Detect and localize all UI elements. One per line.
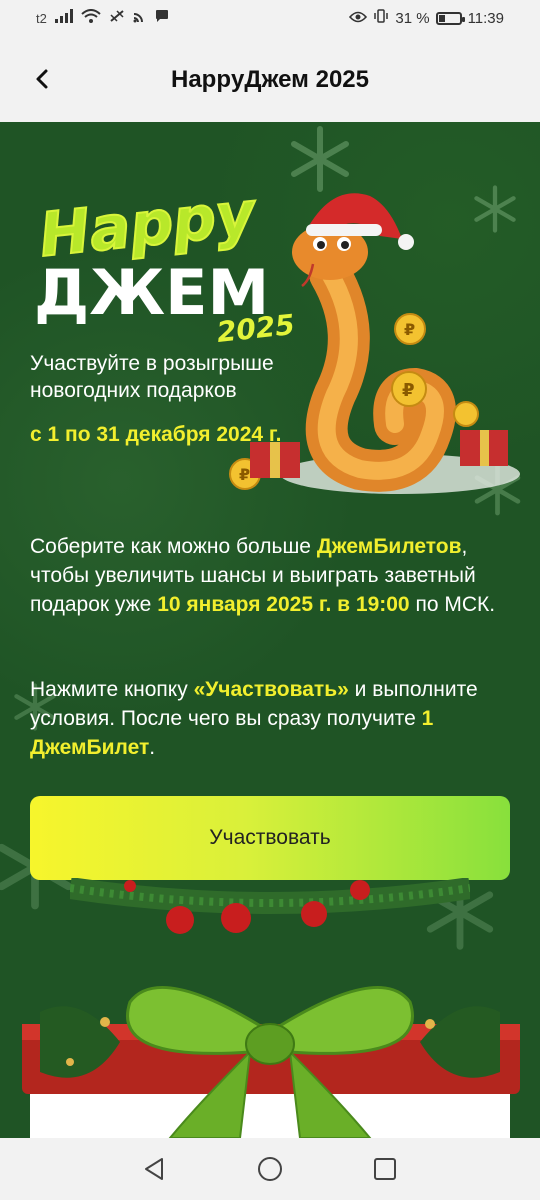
status-bar: t2 31 % 11:39 [0,0,540,36]
text-segment: Соберите как можно больше [30,535,317,558]
wifi-icon [81,9,101,27]
button-name-highlight: «Участвовать» [193,678,349,701]
tickets-highlight: ДжемБилетов [316,535,462,558]
campaign-dates: с 1 по 31 декабря 2024 г. [30,423,282,446]
triangle-back-icon [145,1158,163,1180]
battery-icon [435,11,465,25]
status-left: t2 [36,9,169,27]
nav-back-button[interactable] [140,1154,170,1184]
text-segment: по МСК. [409,593,496,616]
cast-icon [133,9,147,27]
carrier-label: t2 [36,10,47,26]
snake-illustration: ₽ ₽ ₽ [229,193,520,494]
participate-instructions-text: Нажмите кнопку «Участвовать» и выполните… [30,675,515,762]
svg-text:₽: ₽ [404,320,415,339]
signal-icon [54,9,73,27]
text-segment: Нажмите кнопку [30,678,194,701]
status-right: 31 % 11:39 [349,9,504,27]
garland-decoration [70,878,470,934]
battery-level [438,14,445,22]
intro-text: Участвуйте в розыгрыше новогодних подарк… [30,352,274,402]
page-title: HappyДжем 2025 [171,66,369,93]
data-off-icon [109,9,125,27]
app-bar: HappyДжем 2025 [0,36,540,122]
square-recents-icon [374,1158,396,1180]
nav-recents-button[interactable] [370,1154,400,1184]
system-nav-bar [0,1138,540,1200]
participate-button[interactable]: Участвовать [30,796,510,880]
circle-home-icon [258,1157,282,1181]
promo-content[interactable]: Happy ДЖЕМ 2025 ₽ ₽ ₽ Участвуйте в розыг… [0,122,540,1138]
svg-text:₽: ₽ [239,465,250,484]
vibrate-icon [373,9,389,27]
nav-home-button[interactable] [255,1154,285,1184]
svg-text:₽: ₽ [402,380,415,401]
message-icon [155,9,169,27]
collect-tickets-text: Соберите как можно больше ДжемБилетов, ч… [30,532,515,619]
text-segment: . [149,736,156,759]
draw-date-highlight: 10 января 2025 г. в 19:00 [157,593,410,616]
gift-bow-illustration [22,986,520,1138]
eye-icon [349,10,368,27]
battery-percent: 31 % [395,9,430,27]
clock: 11:39 [467,9,504,27]
